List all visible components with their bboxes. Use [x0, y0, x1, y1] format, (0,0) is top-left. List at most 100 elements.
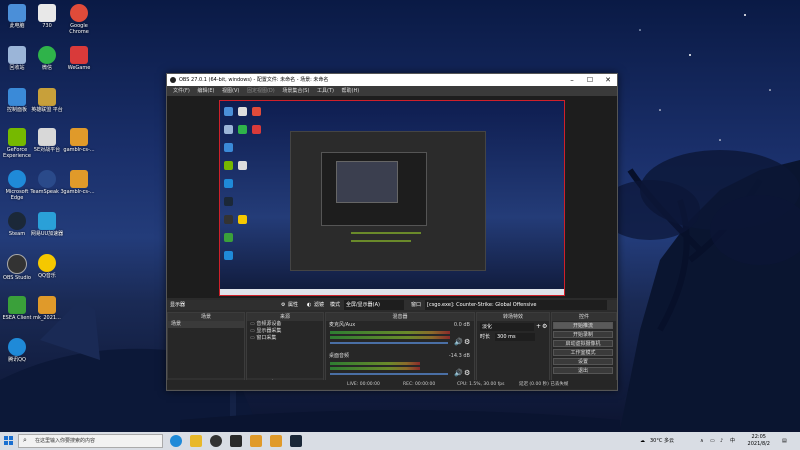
desktop-icon-steam[interactable]: Steam [0, 212, 34, 237]
docks-area: 场景 场景 + − ∧ ∨ 来源 ▭ 音频源设备 ▭ 显示器采集 ▭ 窗口采集 … [167, 312, 617, 388]
weather-icon[interactable]: ☁ [640, 432, 645, 450]
mixer-channel: 麦克风/Aux 0.0 dB 🔊 ⚙ [329, 322, 471, 346]
mode-select[interactable]: 全屏/显示器(A) [344, 300, 404, 310]
nested-obs-capture [290, 131, 486, 271]
tray-chevron-icon[interactable]: ∧ [700, 432, 704, 450]
rec-status: REC: 00:00:00 [403, 382, 436, 387]
minimize-icon[interactable]: – [563, 74, 581, 86]
preview-area[interactable] [167, 96, 617, 298]
obs-taskbar-icon[interactable] [210, 435, 222, 447]
source-item[interactable]: ▭ 显示器采集 [247, 328, 323, 335]
desktop-icon-teamspeak[interactable]: TeamSpeak 3 [30, 170, 64, 195]
menu-tools[interactable]: 工具(T) [317, 86, 334, 96]
window-title: OBS 27.0.1 (64-bit, windows) - 配置文件: 未命名… [179, 77, 329, 83]
volume-slider[interactable] [330, 373, 448, 375]
mixer-meter [330, 331, 450, 334]
scene-item[interactable]: 场景 [168, 321, 244, 328]
menu-file[interactable]: 文件(F) [173, 86, 190, 96]
transitions-dock: 转场特效 淡化 + ⚙ 时长 300 ms [476, 312, 550, 388]
transitions-header: 转场特效 [477, 313, 549, 321]
desktop-icon-5e[interactable]: 5E对战平台 [30, 128, 64, 153]
menu-help[interactable]: 帮助(H) [342, 86, 360, 96]
clock-date: 2021/8/2 [747, 441, 770, 447]
desktop-icon-geforce[interactable]: GeForce Experience [0, 128, 34, 159]
scenes-header: 场景 [168, 313, 244, 321]
context-bar: 显示器 ⚙ 属性 ◐ 滤镜 模式 全屏/显示器(A) 窗口 [csgo.exe]… [167, 300, 617, 310]
speaker-icon[interactable]: 🔊 [454, 369, 463, 377]
start-recording-button[interactable]: 开始录制 [553, 331, 613, 338]
mixer-meter [330, 367, 420, 370]
notifications-icon[interactable]: ▤ [782, 432, 787, 450]
properties-button[interactable]: 属性 [288, 300, 298, 310]
sources-dock: 来源 ▭ 音频源设备 ▭ 显示器采集 ▭ 窗口采集 + − ⚙ ∧ ∨ [246, 312, 324, 388]
menu-edit[interactable]: 编辑(E) [197, 86, 214, 96]
window-select[interactable]: [csgo.exe]: Counter-Strike: Global Offen… [425, 300, 607, 310]
volume-slider[interactable] [330, 342, 448, 344]
settings-button[interactable]: 设置 [553, 358, 613, 365]
transition-select[interactable]: 淡化 [480, 323, 534, 331]
studio-mode-button[interactable]: 工作室模式 [553, 349, 613, 356]
desktop-icon-edge[interactable]: Microsoft Edge [0, 170, 34, 201]
csgo-taskbar-icon-2[interactable] [270, 435, 282, 447]
controls-header: 控件 [552, 313, 616, 321]
add-icon[interactable]: + [536, 323, 541, 330]
duration-label: 时长 [480, 334, 491, 340]
menu-docks[interactable]: 固定视图(D) [247, 86, 275, 96]
csgo-taskbar-icon[interactable] [250, 435, 262, 447]
desktop-icon-csgo-1[interactable]: gamblr-cs-... [62, 128, 96, 153]
mixer-meter [330, 362, 420, 365]
dropped-frames-status: 延迟 (0.00 秒) 已丢失帧 [519, 382, 569, 387]
desktop-icon-csgo-2[interactable]: gamblr-cs-... [62, 170, 96, 195]
live-status: LIVE: 00:00:00 [347, 382, 380, 387]
desktop-icon-control-panel[interactable]: 控制面板 [0, 88, 34, 113]
menu-scene-collection[interactable]: 场景集合(S) [282, 86, 309, 96]
duration-input[interactable]: 300 ms [495, 333, 535, 341]
desktop-icon-obs[interactable]: OBS Studio [0, 254, 34, 281]
desktop-icon-esea[interactable]: ESEA Client [0, 296, 34, 321]
source-item[interactable]: ▭ 窗口采集 [247, 335, 323, 342]
filter-icon[interactable]: ◐ [307, 300, 311, 310]
obs-titlebar[interactable]: OBS 27.0.1 (64-bit, windows) - 配置文件: 未命名… [167, 74, 617, 86]
desktop-icon-mk[interactable]: mk_2021... [30, 296, 64, 321]
desktop-icon-730[interactable]: 730 [30, 4, 64, 29]
scenes-dock: 场景 场景 + − ∧ ∨ [167, 312, 245, 388]
mode-label: 模式 [330, 302, 341, 308]
exit-button[interactable]: 退出 [553, 367, 613, 374]
taskbar-search-input[interactable]: 在这里输入你要搜索的内容 [18, 434, 163, 448]
network-icon[interactable]: ▭ [710, 432, 715, 450]
windows-start-icon[interactable] [4, 436, 14, 446]
desktop-icon-uu[interactable]: 网易UU加速器 [30, 212, 64, 237]
window-label: 窗口 [411, 302, 422, 308]
close-icon[interactable]: ✕ [599, 74, 617, 86]
gear-icon[interactable]: ⚙ [464, 338, 470, 346]
source-item[interactable]: ▭ 音频源设备 [247, 321, 323, 328]
preview-canvas[interactable] [219, 100, 565, 296]
file-explorer-icon[interactable] [190, 435, 202, 447]
volume-icon[interactable]: ♪ [720, 432, 723, 450]
steam-taskbar-icon[interactable] [290, 435, 302, 447]
context-source-name: 显示器 [170, 302, 186, 308]
edge-taskbar-icon[interactable] [170, 435, 182, 447]
gear-icon[interactable]: ⚙ [281, 300, 285, 310]
desktop-icon-this-pc[interactable]: 此电脑 [0, 4, 34, 29]
start-virtual-camera-button[interactable]: 启动虚拟摄像机 [553, 340, 613, 347]
maximize-icon[interactable]: ☐ [581, 74, 599, 86]
clock[interactable]: 22:05 2021/8/2 [748, 434, 770, 448]
app-taskbar-icon[interactable] [230, 435, 242, 447]
desktop-icon-lol[interactable]: 英雄联盟 平台 [30, 88, 64, 113]
weather-status[interactable]: 30°C 多云 [650, 432, 674, 450]
gear-icon[interactable]: ⚙ [464, 369, 470, 377]
desktop-icon-qq[interactable]: 腾讯QQ [0, 338, 34, 363]
speaker-icon[interactable]: 🔊 [454, 338, 463, 346]
desktop-icon-qqmusic[interactable]: QQ音乐 [30, 254, 64, 279]
desktop-icon-recycle-bin[interactable]: 回收站 [0, 46, 34, 71]
search-icon: ⌕ [23, 436, 27, 444]
menu-view[interactable]: 视图(V) [222, 86, 239, 96]
desktop-icon-chrome[interactable]: Google Chrome [62, 4, 96, 35]
start-streaming-button[interactable]: 开始推流 [553, 322, 613, 329]
desktop-icon-wegame[interactable]: WeGame [62, 46, 96, 71]
filters-button[interactable]: 滤镜 [314, 300, 324, 310]
gear-icon[interactable]: ⚙ [542, 323, 547, 330]
desktop-icon-wechat[interactable]: 微信 [30, 46, 64, 71]
ime-icon[interactable]: 中 [730, 432, 735, 450]
